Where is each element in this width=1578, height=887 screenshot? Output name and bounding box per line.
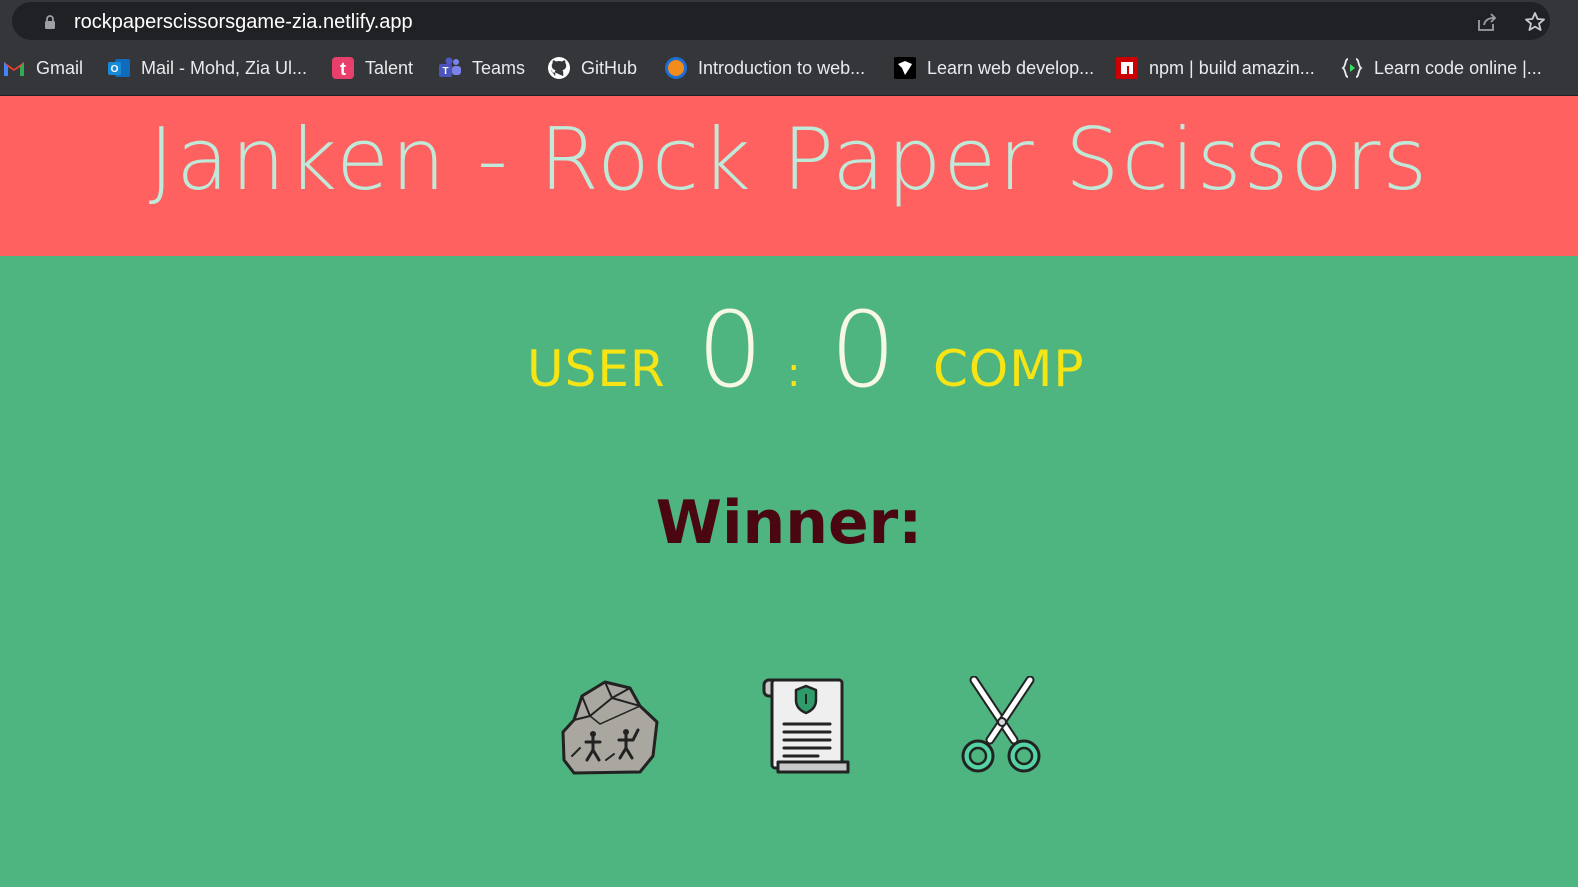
bookmark-npm[interactable]: npm | build amazin... (1115, 54, 1315, 82)
bookmarks-bar: Gmail O Mail - Mohd, Zia Ul... t Talent (0, 48, 1578, 88)
rock-icon (561, 680, 659, 775)
web-course-icon (664, 56, 688, 80)
code-icon (1340, 56, 1364, 80)
scissors-icon (961, 675, 1041, 773)
scoreboard: USER 0 : 0 COMP (0, 290, 1578, 410)
bookmark-label: Learn web develop... (927, 57, 1095, 78)
bookmark-github[interactable]: GitHub (547, 54, 637, 82)
lock-icon (45, 15, 55, 29)
user-score: 0 (697, 289, 764, 411)
bookmark-label: GitHub (581, 57, 638, 78)
url-text[interactable]: rockpaperscissorsgame-zia.netlify.app (74, 11, 413, 34)
bookmark-learn-web[interactable]: Learn web develop... (893, 54, 1094, 82)
bookmark-label: Talent (365, 57, 414, 78)
page-header: Janken - Rock Paper Scissors (0, 96, 1578, 256)
browser-chrome: rockpaperscissorsgame-zia.netlify.app Gm… (0, 0, 1578, 96)
winner-label: Winner: (655, 488, 923, 558)
bookmark-label: Introduction to web... (698, 57, 866, 78)
svg-text:t: t (340, 59, 346, 79)
bookmark-star-icon[interactable] (1523, 10, 1547, 34)
github-icon (547, 56, 571, 80)
talent-icon: t (331, 56, 355, 80)
bookmark-teams[interactable]: T Teams (438, 54, 525, 82)
computer-label: COMP (933, 340, 1085, 398)
paper-choice-button[interactable] (758, 676, 858, 776)
bookmark-label: Learn code online |... (1374, 57, 1542, 78)
teams-icon: T (438, 56, 462, 80)
bookmark-learn-code[interactable]: Learn code online |... (1340, 54, 1542, 82)
svg-text:O: O (111, 64, 119, 75)
address-bar[interactable]: rockpaperscissorsgame-zia.netlify.app (12, 2, 1550, 40)
gmail-icon (2, 56, 26, 80)
computer-score: 0 (830, 289, 897, 411)
bookmark-label: Teams (472, 57, 526, 78)
bookmark-intro-web[interactable]: Introduction to web... (664, 54, 865, 82)
rock-choice-button[interactable] (560, 676, 660, 776)
bookmark-talent[interactable]: t Talent (331, 54, 413, 82)
bookmark-gmail[interactable]: Gmail (2, 54, 83, 82)
svg-text:T: T (442, 66, 448, 77)
user-label: USER (527, 340, 666, 398)
outlook-icon: O (107, 56, 131, 80)
page-title: Janken - Rock Paper Scissors (148, 110, 1430, 210)
scissors-choice-button[interactable] (952, 675, 1052, 776)
share-icon[interactable] (1475, 10, 1499, 34)
bookmark-label: Mail - Mohd, Zia Ul... (141, 57, 308, 78)
bookmark-outlook-mail[interactable]: O Mail - Mohd, Zia Ul... (107, 54, 307, 82)
paper-icon (762, 678, 850, 774)
bookmark-label: npm | build amazin... (1149, 57, 1315, 78)
mdn-icon (893, 56, 917, 80)
bookmark-label: Gmail (36, 57, 84, 78)
score-separator: : (787, 350, 801, 396)
npm-icon (1115, 56, 1139, 80)
